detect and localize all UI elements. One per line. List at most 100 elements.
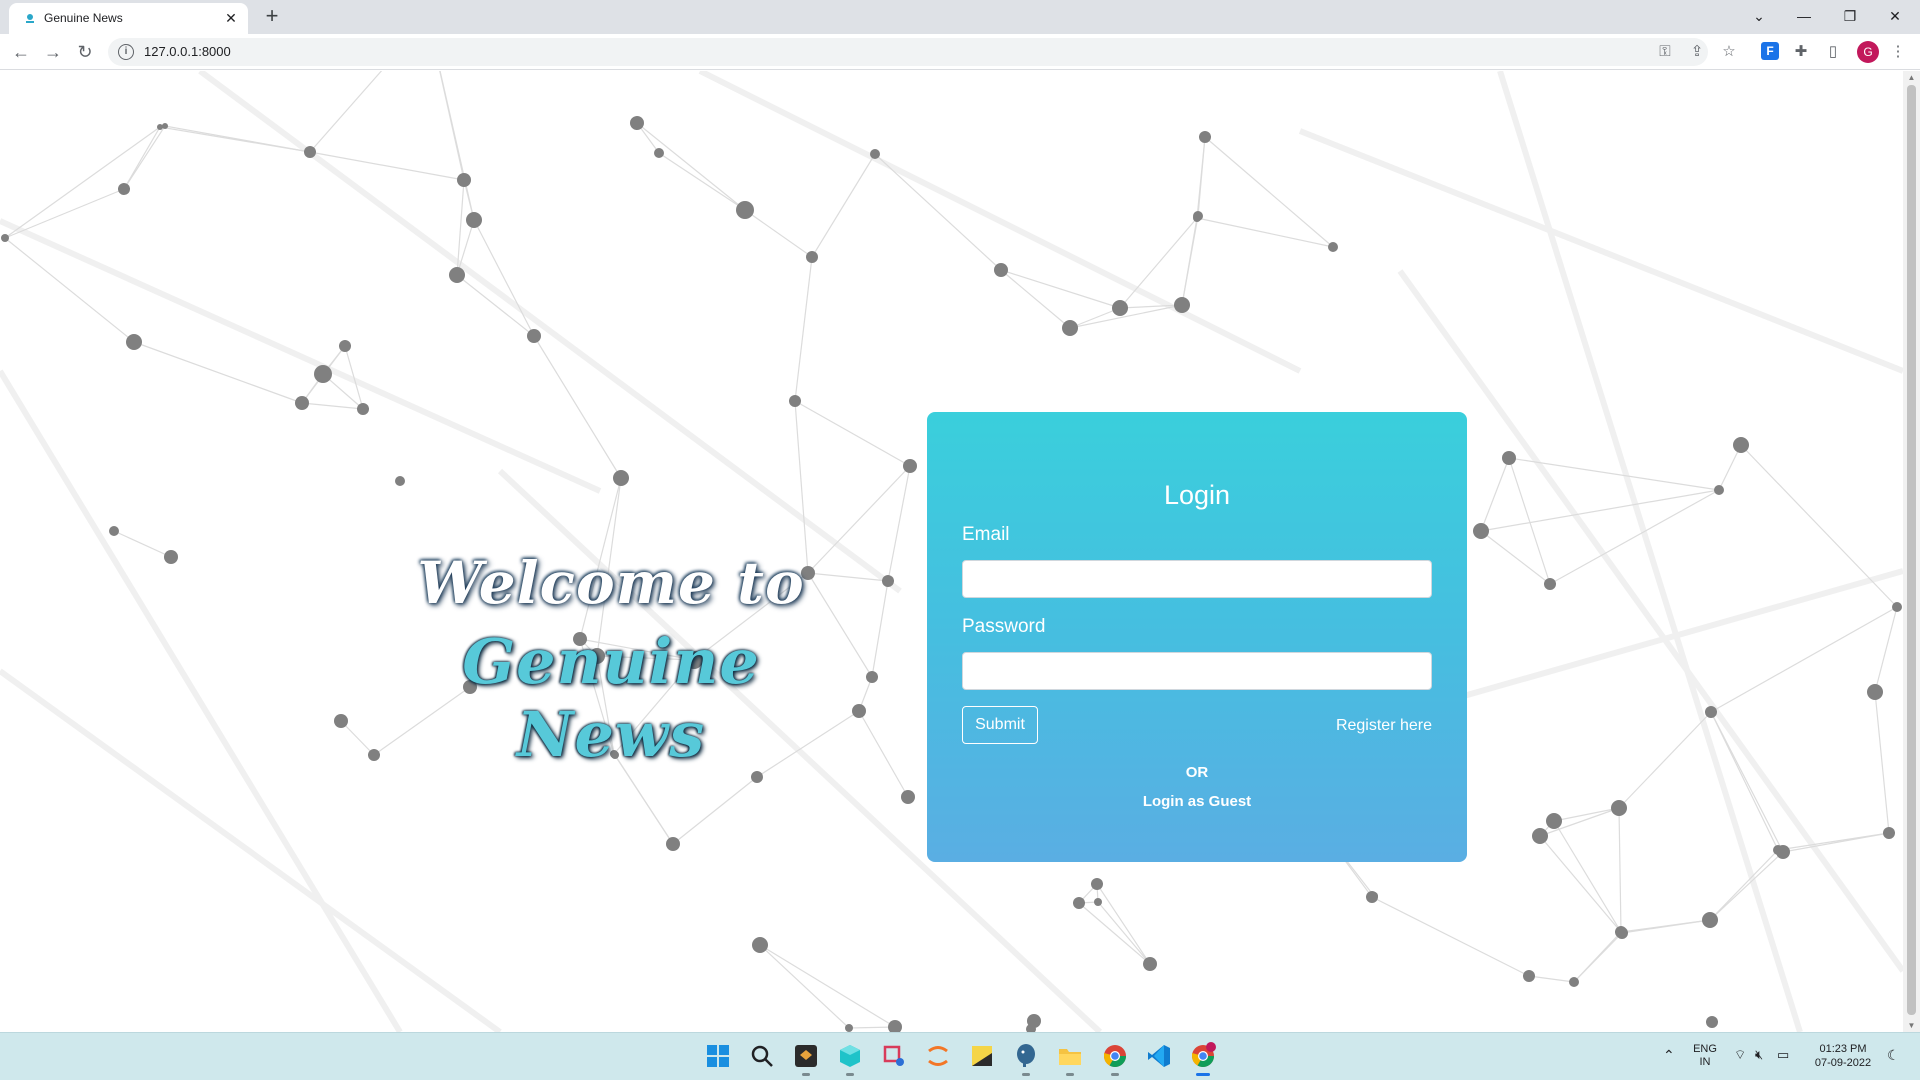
bookmark-star-icon[interactable]: ☆	[1719, 42, 1739, 62]
network-node	[1523, 970, 1535, 982]
address-bar[interactable]: i 127.0.0.1:8000	[108, 38, 1708, 66]
language-indicator[interactable]: ENG IN	[1693, 1043, 1717, 1069]
network-node	[357, 403, 369, 415]
language-code: ENG	[1693, 1043, 1717, 1055]
minimize-button[interactable]: —	[1781, 2, 1827, 30]
network-edge	[744, 209, 813, 258]
clock[interactable]: 01:23 PM 07-09-2022	[1807, 1042, 1879, 1070]
page-viewport: Welcome to Genuine News Login Email Pass…	[0, 71, 1903, 1032]
network-node	[1473, 523, 1489, 539]
notifications-moon-icon[interactable]: ☾	[1887, 1047, 1900, 1064]
network-edge	[1573, 932, 1623, 983]
scroll-up-icon[interactable]: ▲	[1906, 73, 1917, 82]
network-edge	[1508, 457, 1551, 585]
extension-f-icon[interactable]: F	[1761, 42, 1779, 60]
chrome-icon[interactable]	[1100, 1041, 1130, 1076]
network-edge	[1096, 883, 1151, 965]
file-explorer-icon[interactable]	[1055, 1041, 1085, 1076]
email-field[interactable]	[962, 560, 1432, 598]
network-edge	[1480, 457, 1510, 532]
cube-icon[interactable]	[835, 1041, 865, 1076]
network-node	[736, 201, 754, 219]
tab-close-icon[interactable]: ✕	[222, 9, 240, 27]
network-edge	[340, 720, 375, 756]
welcome-line-2: Genuine News	[462, 625, 760, 771]
network-node	[118, 183, 130, 195]
start-icon[interactable]	[703, 1041, 733, 1071]
network-edge	[439, 71, 475, 221]
tab-title: Genuine News	[44, 11, 123, 25]
new-tab-button[interactable]: +	[260, 5, 284, 29]
network-node	[1705, 706, 1717, 718]
network-node	[1328, 242, 1338, 252]
network-node	[334, 714, 348, 728]
close-window-button[interactable]: ✕	[1872, 2, 1918, 30]
reload-icon[interactable]: ↻	[71, 38, 99, 66]
network-edge	[887, 465, 911, 582]
network-edge	[1874, 691, 1890, 834]
tray-chevron-icon[interactable]: ⌃	[1663, 1047, 1675, 1064]
volume-muted-icon[interactable]: 🔇︎	[1755, 1047, 1763, 1063]
postgres-icon[interactable]	[1011, 1041, 1041, 1076]
forward-icon[interactable]: →	[39, 38, 67, 66]
restore-button[interactable]: ❐	[1827, 2, 1873, 30]
network-node	[1867, 684, 1883, 700]
password-key-icon[interactable]: ⚿	[1655, 42, 1675, 62]
network-edge	[301, 402, 364, 410]
scroll-thumb[interactable]	[1907, 85, 1916, 1015]
menu-kebab-icon[interactable]: ⋮	[1888, 42, 1908, 62]
chrome-profile-icon[interactable]	[1188, 1041, 1218, 1076]
network-edge	[1874, 606, 1898, 693]
network-node	[1073, 897, 1085, 909]
login-card: Login Email Password Submit Register her…	[927, 412, 1467, 862]
welcome-heading: Welcome to Genuine News	[396, 549, 826, 771]
battery-icon[interactable]: ▭	[1777, 1047, 1789, 1063]
network-node	[630, 116, 644, 130]
profile-avatar[interactable]: G	[1857, 41, 1879, 63]
share-icon[interactable]: ⇪	[1687, 42, 1707, 62]
network-node	[1773, 845, 1783, 855]
browser-toolbar: ← → ↻ i 127.0.0.1:8000 ⚿ ⇪ ☆ F ✚ ▯ G ⋮	[0, 34, 1920, 70]
network-node	[1702, 912, 1718, 928]
network-node	[901, 790, 915, 804]
network-node	[1370, 892, 1378, 900]
network-node	[395, 476, 405, 486]
search-icon[interactable]	[747, 1041, 777, 1071]
sticky-notes-icon[interactable]	[967, 1041, 997, 1071]
network-shadow-edge	[0, 369, 403, 1032]
page-scrollbar[interactable]: ▲ ▼	[1903, 71, 1920, 1032]
network-node	[1502, 451, 1516, 465]
side-panel-icon[interactable]: ▯	[1823, 42, 1843, 62]
network-edge	[533, 335, 622, 479]
wifi-icon[interactable]: ⌔	[1734, 1047, 1746, 1063]
snipping-icon[interactable]	[879, 1041, 909, 1071]
network-shadow-edge	[0, 218, 602, 494]
tab-search-icon[interactable]: ⌄	[1736, 2, 1782, 30]
network-node	[1193, 214, 1201, 222]
network-node	[126, 334, 142, 350]
email-label: Email	[962, 524, 1010, 545]
back-icon[interactable]: ←	[7, 38, 35, 66]
password-label: Password	[962, 616, 1046, 637]
app-box-icon[interactable]	[791, 1041, 821, 1076]
network-node	[1714, 485, 1724, 495]
network-edge	[1618, 711, 1712, 809]
network-edge	[672, 776, 758, 845]
password-field[interactable]	[962, 652, 1432, 690]
network-edge	[1508, 457, 1720, 491]
network-node	[295, 396, 309, 410]
network-edge	[871, 580, 889, 678]
guest-login-link[interactable]: Login as Guest	[927, 793, 1467, 810]
network-edge	[658, 152, 746, 211]
submit-button[interactable]: Submit	[962, 706, 1038, 744]
vscode-icon[interactable]	[1144, 1041, 1174, 1071]
network-edge	[1204, 136, 1334, 248]
browser-tab[interactable]: Genuine News ✕	[9, 3, 248, 34]
network-edge	[1000, 269, 1121, 309]
network-edge	[113, 530, 172, 558]
jupyter-icon[interactable]	[923, 1041, 953, 1071]
scroll-down-icon[interactable]: ▼	[1906, 1021, 1917, 1030]
site-info-icon[interactable]: i	[118, 44, 134, 60]
register-link[interactable]: Register here	[1336, 717, 1432, 735]
extensions-puzzle-icon[interactable]: ✚	[1791, 42, 1811, 62]
